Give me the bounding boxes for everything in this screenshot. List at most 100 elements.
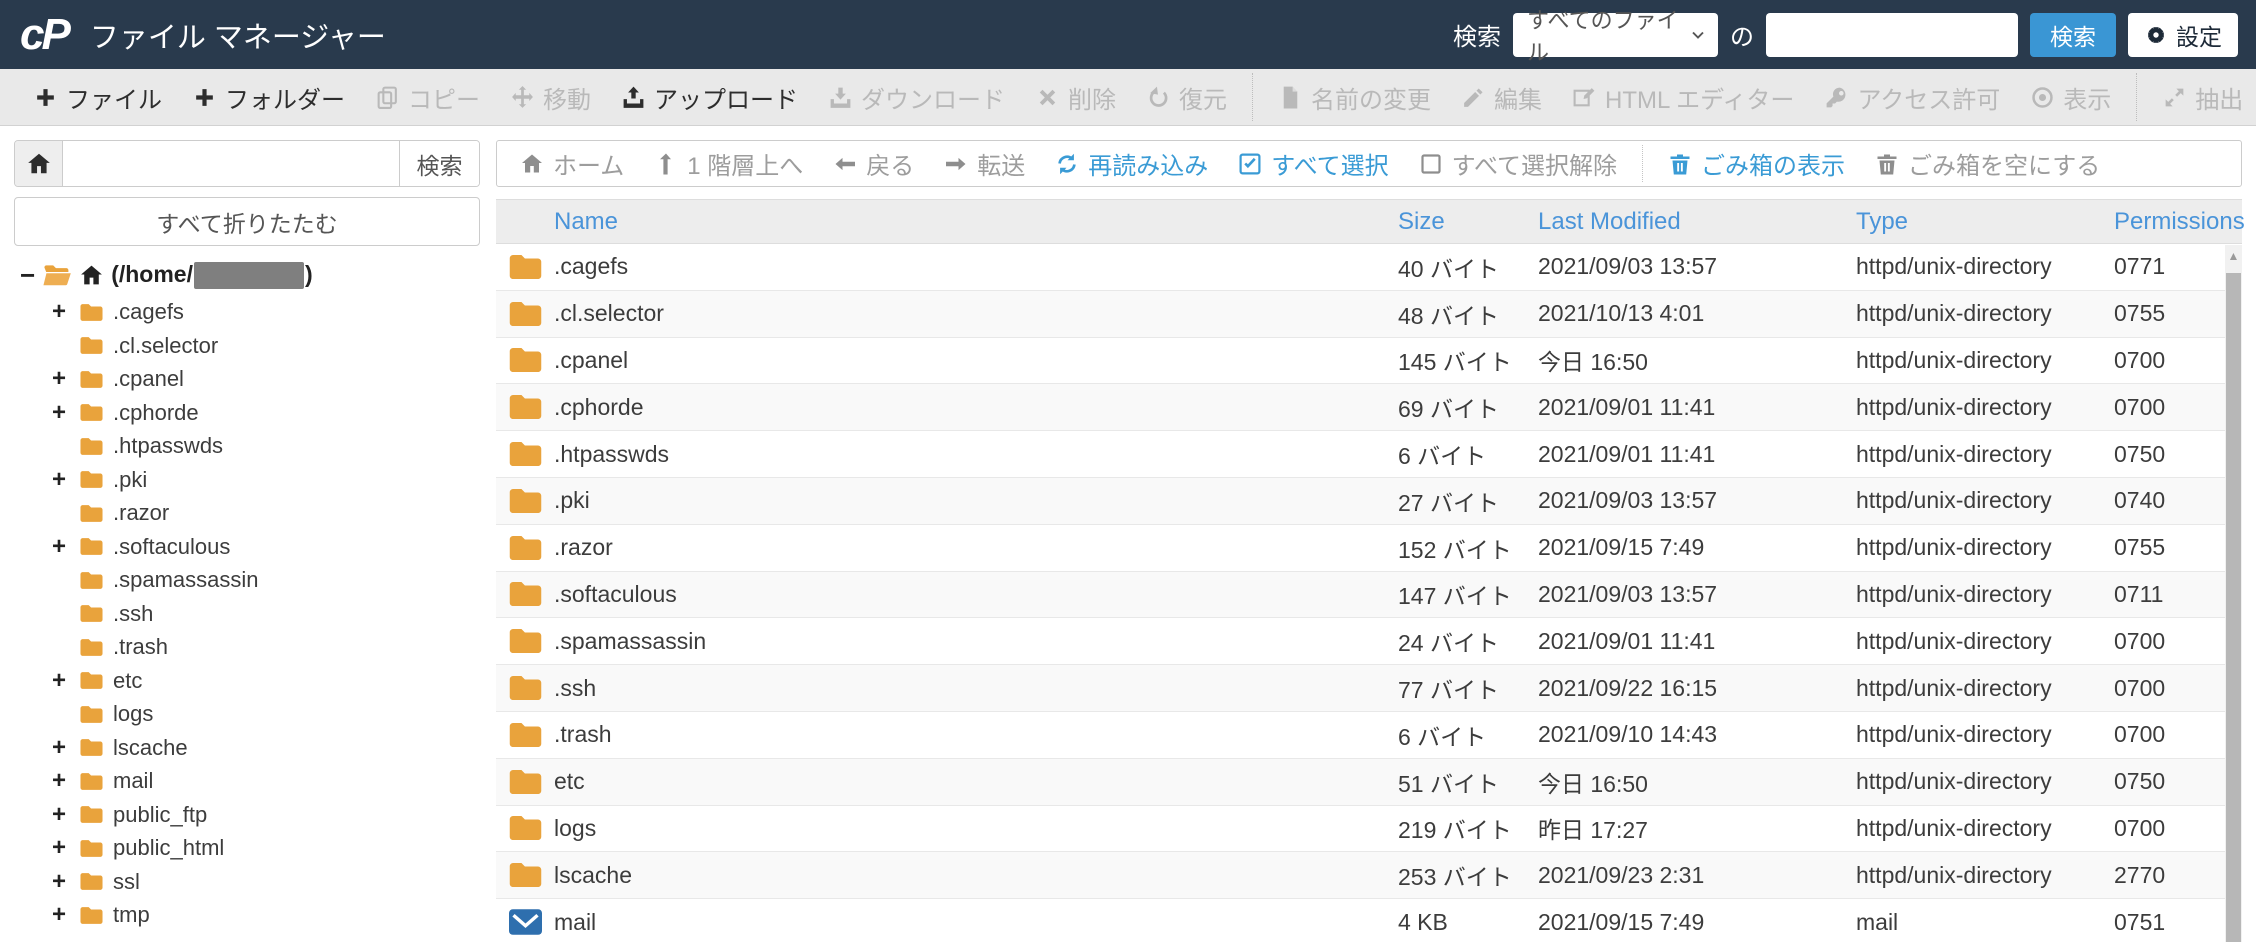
expand-plus-icon[interactable]: +: [52, 802, 78, 827]
toolbar-button-restore: 復元: [1131, 69, 1242, 125]
tree-item-public_html[interactable]: + public_html: [14, 831, 480, 865]
table-row-dot-cl.selector[interactable]: .cl.selector 48 バイト 2021/10/13 4:01 httpd/u…: [496, 290, 2242, 338]
cell-name: .cpanel: [554, 346, 629, 373]
expand-plus-icon[interactable]: +: [52, 467, 78, 492]
column-header-name[interactable]: Name: [554, 208, 1398, 236]
tree-item-dot-razor[interactable]: .razor: [14, 496, 480, 530]
tree-item-dot-cl.selector[interactable]: .cl.selector: [14, 329, 480, 363]
toolbar-button-view: 表示: [2015, 69, 2126, 125]
folder-icon: [507, 299, 544, 329]
actionbar-label-select-all: すべて選択: [1271, 153, 1389, 180]
tree-filter-input[interactable]: [63, 141, 399, 186]
actionbar-button-empty-trash[interactable]: ごみ箱を空にする: [1860, 141, 2115, 186]
scrollbar-thumb[interactable]: [2226, 273, 2241, 942]
actionbar-button-select-all[interactable]: すべて選択: [1223, 141, 1403, 186]
tree-item-etc[interactable]: + etc: [14, 664, 480, 698]
tree-item-tmp[interactable]: + tmp: [14, 898, 480, 932]
collapse-minus-icon[interactable]: −: [20, 262, 35, 288]
expand-plus-icon[interactable]: +: [52, 668, 78, 693]
table-row-dot-ssh[interactable]: .ssh 77 バイト 2021/09/22 16:15 httpd/unix-dir…: [496, 665, 2242, 712]
expand-plus-icon[interactable]: +: [52, 903, 78, 927]
actionbar-button-reload[interactable]: 再読み込み: [1040, 141, 1223, 186]
actionbar-button-unselect-all[interactable]: すべて選択解除: [1404, 141, 1632, 186]
cell-last-modified: 2021/09/10 14:43: [1538, 721, 1718, 748]
table-row-dot-htpasswds[interactable]: .htpasswds 6 バイト 2021/09/01 11:41 httpd/uni…: [496, 431, 2242, 478]
cell-name: .cl.selector: [554, 300, 664, 327]
expand-plus-icon[interactable]: +: [52, 769, 78, 793]
tree-item-dot-ssh[interactable]: .ssh: [14, 597, 480, 631]
cell-type: httpd/unix-directory: [1856, 534, 2052, 561]
table-row-dot-cpanel[interactable]: .cpanel 145 バイト 今日 16:50 httpd/unix-directo…: [496, 337, 2242, 385]
tree-item-lscache[interactable]: + lscache: [14, 731, 480, 765]
cell-permissions: 0750: [2114, 768, 2166, 795]
tree-item-dot-cphorde[interactable]: + .cphorde: [14, 396, 480, 430]
tree-item-dot-spamassassin[interactable]: .spamassassin: [14, 563, 480, 597]
cell-type: httpd/unix-directory: [1856, 393, 2052, 420]
column-header-permissions[interactable]: Permissions: [2114, 208, 2245, 236]
expand-plus-icon[interactable]: +: [52, 400, 78, 425]
actionbar-button-back[interactable]: 戻る: [818, 141, 929, 186]
search-scope-select[interactable]: すべてのファイル: [1513, 8, 1718, 65]
cell-permissions: 0771: [2114, 253, 2166, 280]
table-row-dot-pki[interactable]: .pki 27 バイト 2021/09/03 13:57 httpd/unix-dir…: [496, 477, 2242, 525]
tree-item-logs[interactable]: logs: [14, 697, 480, 731]
sidebar: 検索 すべて折りたたむ − (/home/) + .cagefs .cl.selec…: [14, 140, 480, 942]
search-input[interactable]: [1766, 12, 2018, 57]
column-header-type[interactable]: Type: [1856, 208, 2114, 236]
table-row-dot-softaculous[interactable]: .softaculous 147 バイト 2021/09/03 13:57 httpd…: [496, 571, 2242, 619]
table-row-dot-cphorde[interactable]: .cphorde 69 バイト 2021/09/01 11:41 httpd/unix…: [496, 384, 2242, 432]
search-button[interactable]: 検索: [2030, 12, 2116, 57]
expand-plus-icon[interactable]: +: [52, 836, 78, 860]
actionbar-button-up-one-level[interactable]: 1 階層上へ: [639, 141, 818, 186]
tree-search-button[interactable]: 検索: [399, 141, 479, 186]
table-row-dot-spamassassin[interactable]: .spamassassin 24 バイト 2021/09/01 11:41 httpd…: [496, 618, 2242, 666]
collapse-all-button[interactable]: すべて折りたたむ: [14, 197, 480, 246]
table-scrollbar[interactable]: ▲: [2225, 245, 2242, 942]
column-header-size[interactable]: Size: [1398, 208, 1538, 236]
row-icon-cell: [496, 813, 554, 843]
scrollbar-up-arrow-icon[interactable]: ▲: [2225, 245, 2242, 267]
expand-plus-icon[interactable]: +: [52, 367, 78, 391]
settings-button[interactable]: 設定: [2128, 12, 2238, 57]
toolbar-button-new-folder[interactable]: フォルダー: [177, 69, 360, 125]
tree-item-dot-softaculous[interactable]: + .softaculous: [14, 530, 480, 564]
expand-plus-icon[interactable]: +: [52, 534, 78, 559]
actionbar-button-view-trash[interactable]: ごみ箱の表示: [1653, 141, 1860, 186]
tree-item-mail[interactable]: + mail: [14, 764, 480, 798]
home-button[interactable]: [15, 141, 63, 186]
tree-item-dot-htpasswds[interactable]: .htpasswds: [14, 429, 480, 463]
tree-root-home[interactable]: − (/home/): [14, 261, 480, 290]
tree-item-dot-cagefs[interactable]: + .cagefs: [14, 295, 480, 329]
folder-icon: [78, 838, 105, 859]
cell-permissions: 0755: [2114, 534, 2166, 561]
cell-size: 6 バイト: [1398, 723, 1487, 750]
tree-item-ssl[interactable]: + ssl: [14, 865, 480, 899]
actionbar-button-home[interactable]: ホーム: [505, 141, 639, 186]
table-row-dot-razor[interactable]: .razor 152 バイト 2021/09/15 7:49 httpd/unix-d…: [496, 524, 2242, 572]
expand-plus-icon[interactable]: +: [52, 300, 78, 324]
row-icon-cell: [496, 252, 554, 282]
toolbar-button-rename: 名前の変更: [1263, 69, 1446, 125]
table-row-lscache[interactable]: lscache 253 バイト 2021/09/23 2:31 httpd/unix-…: [496, 852, 2242, 900]
cell-name: .cphorde: [554, 393, 644, 420]
expand-plus-icon[interactable]: +: [52, 869, 78, 894]
pencil-icon: [1461, 85, 1486, 110]
toolbar-button-new-file[interactable]: ファイル: [18, 69, 177, 125]
cell-size: 77 バイト: [1398, 677, 1499, 704]
home-icon: [79, 263, 104, 288]
tree-item-dot-cpanel[interactable]: + .cpanel: [14, 362, 480, 396]
actionbar-button-forward[interactable]: 転送: [929, 141, 1040, 186]
column-header-last-modified[interactable]: Last Modified: [1538, 208, 1856, 236]
table-row-etc[interactable]: etc 51 バイト 今日 16:50 httpd/unix-directory 075…: [496, 758, 2242, 806]
mail-icon: [507, 907, 544, 937]
tree-item-dot-pki[interactable]: + .pki: [14, 463, 480, 497]
tree-item-dot-trash[interactable]: .trash: [14, 630, 480, 664]
table-row-mail[interactable]: mail 4 KB 2021/09/15 7:49 mail 0751: [496, 899, 2242, 942]
expand-plus-icon[interactable]: +: [52, 735, 78, 760]
tree-item-label: .cpanel: [113, 366, 184, 392]
table-row-dot-cagefs[interactable]: .cagefs 40 バイト 2021/09/03 13:57 httpd/unix-…: [496, 244, 2242, 291]
table-row-logs[interactable]: logs 219 バイト 昨日 17:27 httpd/unix-directory 0…: [496, 805, 2242, 853]
toolbar-button-upload[interactable]: アップロード: [606, 69, 813, 125]
table-row-dot-trash[interactable]: .trash 6 バイト 2021/09/10 14:43 httpd/unix-di…: [496, 711, 2242, 759]
tree-item-public_ftp[interactable]: + public_ftp: [14, 798, 480, 832]
